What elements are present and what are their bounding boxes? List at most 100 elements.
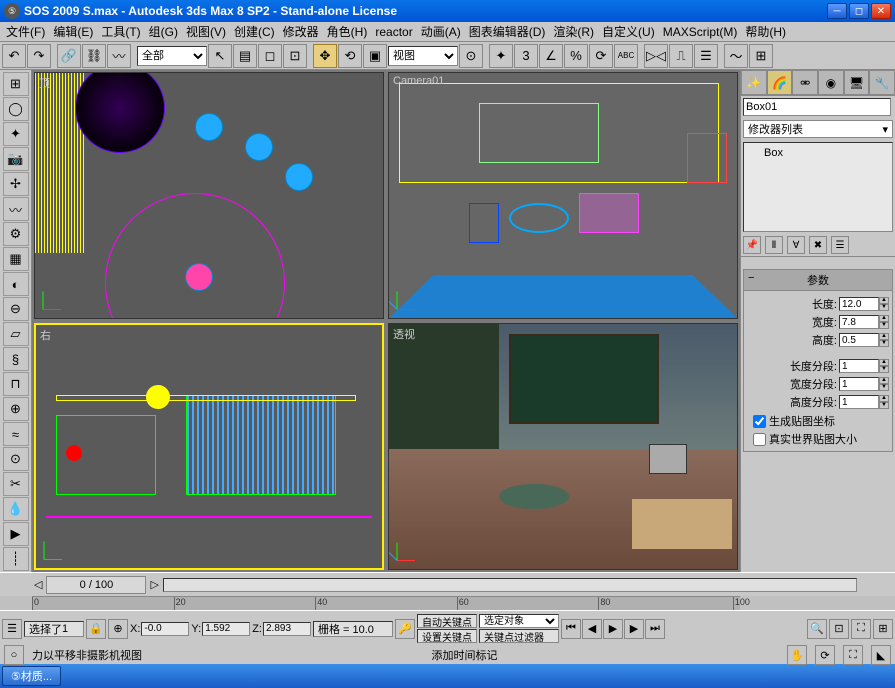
stack-item-box[interactable]: Box (746, 145, 890, 161)
y-coord-input[interactable] (202, 622, 250, 636)
keymode-dropdown[interactable]: 选定对象 (479, 614, 559, 628)
viewport-right[interactable]: 右 (34, 323, 384, 570)
reactor-box-icon[interactable]: ▦ (3, 247, 29, 271)
undo-button[interactable]: ↶ (2, 44, 26, 68)
hseg-down[interactable]: ▼ (879, 402, 889, 409)
menu-help[interactable]: 帮助(H) (741, 21, 790, 42)
reactor-water-icon[interactable]: 💧 (3, 497, 29, 521)
height-up[interactable]: ▲ (879, 333, 889, 340)
snap-toggle-3[interactable]: 3 (514, 44, 538, 68)
curve-editor-button[interactable]: 〜 (724, 44, 748, 68)
menu-edit[interactable]: 编辑(E) (49, 21, 97, 42)
z-coord-input[interactable] (263, 622, 311, 636)
track-bar[interactable]: 0 20 40 60 80 100 (32, 596, 740, 610)
selection-filter[interactable]: 全部 (137, 46, 207, 66)
show-end-result-button[interactable]: Ⅱ (765, 236, 783, 254)
lseg-input[interactable] (839, 359, 879, 373)
goto-start-button[interactable]: ⏮ (561, 619, 581, 639)
object-name-input[interactable] (743, 98, 891, 116)
field-of-view-button[interactable]: ◣ (871, 645, 891, 665)
tab-shapes-icon[interactable]: ◯ (3, 97, 29, 121)
menu-group[interactable]: 组(G) (145, 21, 182, 42)
wseg-up[interactable]: ▲ (879, 377, 889, 384)
menu-character[interactable]: 角色(H) (323, 21, 372, 42)
prompt-toggle-button[interactable]: ○ (4, 645, 24, 665)
create-tab[interactable]: ✨ (741, 70, 767, 95)
reactor-fracture-icon[interactable]: ✂ (3, 472, 29, 496)
move-button[interactable]: ✥ (313, 44, 337, 68)
length-up[interactable]: ▲ (879, 297, 889, 304)
height-input[interactable] (839, 333, 879, 347)
reactor-analyze-icon[interactable]: ┊ (3, 547, 29, 571)
menu-rendering[interactable]: 渲染(R) (549, 21, 598, 42)
reactor-cyl-icon[interactable]: ⊖ (3, 297, 29, 321)
length-input[interactable] (839, 297, 879, 311)
select-region-button[interactable]: ◻ (258, 44, 282, 68)
utilities-tab[interactable]: 🔧 (869, 70, 895, 95)
lock-selection-button[interactable]: 🔒 (86, 619, 106, 639)
tab-spacewarps-icon[interactable]: 〰 (3, 197, 29, 221)
bind-spacewarp-button[interactable]: 〰 (107, 44, 131, 68)
menu-reactor[interactable]: reactor (371, 23, 416, 41)
x-coord-input[interactable] (141, 622, 189, 636)
autokey-button[interactable]: 自动关键点 (417, 614, 477, 628)
key-mode-button[interactable]: 🔑 (395, 619, 415, 639)
parameters-header[interactable]: −参数 (744, 270, 892, 291)
frame-indicator[interactable]: 0 / 100 (46, 576, 146, 594)
layers-button[interactable]: ☰ (694, 44, 718, 68)
pivot-button[interactable]: ⊙ (459, 44, 483, 68)
rotate-button[interactable]: ⟲ (338, 44, 362, 68)
menu-views[interactable]: 视图(V) (182, 21, 230, 42)
hseg-input[interactable] (839, 395, 879, 409)
time-track[interactable] (163, 578, 857, 592)
modifier-list-dropdown[interactable]: 修改器列表▾ (743, 120, 893, 138)
link-button[interactable]: 🔗 (57, 44, 81, 68)
select-button[interactable]: ↖ (208, 44, 232, 68)
maxscript-mini-button[interactable]: ☰ (2, 619, 22, 639)
arc-rotate-button[interactable]: ⟳ (815, 645, 835, 665)
zoom-all-button[interactable]: ⊡ (829, 619, 849, 639)
play-button[interactable]: ▶ (603, 619, 623, 639)
length-down[interactable]: ▼ (879, 304, 889, 311)
menu-customize[interactable]: 自定义(U) (598, 21, 659, 42)
setkey-button[interactable]: 设置关键点 (417, 629, 477, 643)
reactor-plane-icon[interactable]: ▱ (3, 322, 29, 346)
pan-button[interactable]: ✋ (787, 645, 807, 665)
reactor-motor-icon[interactable]: ⊕ (3, 397, 29, 421)
motion-tab[interactable]: ◉ (818, 70, 844, 95)
menu-grapheditors[interactable]: 图表编辑器(D) (465, 21, 550, 42)
pin-stack-button[interactable]: 📌 (743, 236, 761, 254)
lseg-up[interactable]: ▲ (879, 359, 889, 366)
time-slider[interactable]: ◁ 0 / 100 ▷ (0, 572, 895, 596)
named-selsets-button[interactable]: ABC (614, 44, 638, 68)
wseg-input[interactable] (839, 377, 879, 391)
percent-snap-button[interactable]: % (564, 44, 588, 68)
select-by-name-button[interactable]: ▤ (233, 44, 257, 68)
menu-modifiers[interactable]: 修改器 (279, 21, 323, 42)
zoom-extents-all-button[interactable]: ⊞ (873, 619, 893, 639)
menu-tools[interactable]: 工具(T) (97, 21, 144, 42)
unlink-button[interactable]: ⛓ (82, 44, 106, 68)
modifier-stack[interactable]: Box (743, 142, 893, 232)
minimize-button[interactable]: ─ (827, 3, 847, 19)
tab-cameras-icon[interactable]: 📷 (3, 147, 29, 171)
modify-tab[interactable]: 🌈 (767, 70, 793, 95)
scale-button[interactable]: ▣ (363, 44, 387, 68)
add-time-tag[interactable]: 添加时间标记 (432, 647, 498, 663)
lseg-down[interactable]: ▼ (879, 366, 889, 373)
hierarchy-tab[interactable]: ⚮ (792, 70, 818, 95)
reactor-spring-icon[interactable]: § (3, 347, 29, 371)
height-down[interactable]: ▼ (879, 340, 889, 347)
tab-objects-icon[interactable]: ⊞ (3, 72, 29, 96)
goto-end-button[interactable]: ⏭ (645, 619, 665, 639)
angle-snap-button[interactable]: ∠ (539, 44, 563, 68)
maximize-viewport-button[interactable]: ⛶ (843, 645, 863, 665)
menu-create[interactable]: 创建(C) (230, 21, 279, 42)
configure-sets-button[interactable]: ☰ (831, 236, 849, 254)
spinner-snap-button[interactable]: ⟳ (589, 44, 613, 68)
next-frame-button[interactable]: ▶ (624, 619, 644, 639)
prev-frame-button[interactable]: ◀ (582, 619, 602, 639)
width-input[interactable] (839, 315, 879, 329)
realworld-checkbox[interactable] (753, 433, 766, 446)
transform-type-button[interactable]: ⊕ (108, 619, 128, 639)
